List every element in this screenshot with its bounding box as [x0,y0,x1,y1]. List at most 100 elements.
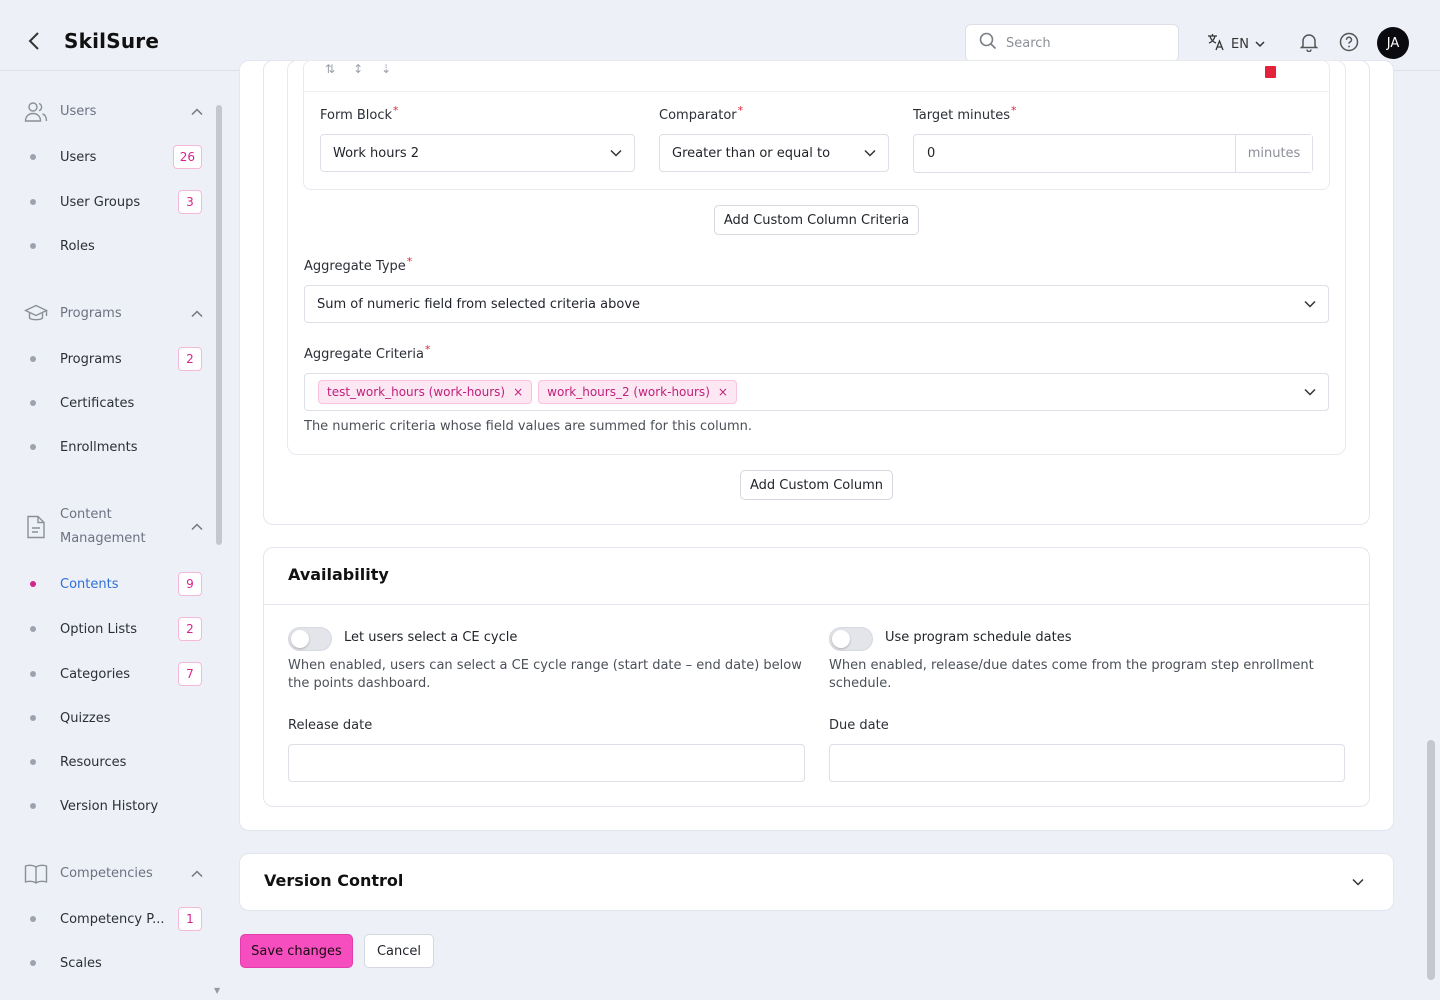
sidebar-item-quizzes[interactable]: Quizzes [30,705,202,731]
remove-tag-icon[interactable]: × [513,385,523,399]
sidebar-item-categories[interactable]: Categories 7 [30,661,202,687]
release-date-label: Release date [288,718,373,733]
form-block-label: Form Block* [320,104,399,123]
back-arrow-icon[interactable] [22,29,46,53]
bullet-dot [30,803,36,809]
sidebar-item-enrollments[interactable]: Enrollments [30,434,202,460]
criteria-tag-label: test_work_hours (work-hours) [327,385,506,399]
sidebar-item-option-lists[interactable]: Option Lists 2 [30,616,202,642]
move-down-icon[interactable]: ⇣ [381,62,391,76]
sidebar-item-label: Contents [60,576,119,592]
program-schedule-toggle[interactable] [829,627,873,651]
page-scrollbar[interactable] [1427,740,1435,980]
bullet-dot [30,356,36,362]
sidebar-item-user-groups[interactable]: User Groups 3 [30,189,202,215]
aggregate-criteria-multiselect[interactable]: test_work_hours (work-hours) × work_hours_… [304,373,1329,411]
toggle-knob [291,630,309,648]
sidebar-section-users[interactable]: Users [24,100,204,124]
form-block-select[interactable]: Work hours 2 [320,134,635,172]
bullet-dot [30,444,36,450]
aggregate-criteria-label: Aggregate Criteria* [304,343,430,362]
bullet-dot [30,581,36,587]
bullet-dot [30,400,36,406]
add-custom-column-button[interactable]: Add Custom Column [740,470,893,500]
drag-handle-icon[interactable]: ↕ [353,62,363,76]
remove-tag-icon[interactable]: × [718,385,728,399]
user-avatar[interactable]: JA [1377,27,1409,59]
criteria-tag-label: work_hours_2 (work-hours) [547,385,710,399]
sidebar-item-label: Quizzes [60,710,111,726]
aggregate-criteria-help: The numeric criteria whose field values … [304,419,752,434]
chevron-down-icon [610,146,622,161]
search-input[interactable] [1006,35,1166,51]
comparator-label: Comparator* [659,104,743,123]
ce-cycle-toggle[interactable] [288,627,332,651]
target-minutes-label: Target minutes* [913,104,1016,123]
sidebar-section-content-management[interactable]: Content Management [24,503,204,551]
chevron-up-icon[interactable] [190,867,204,881]
count-badge: 7 [178,662,202,686]
sidebar-item-programs[interactable]: Programs 2 [30,346,202,372]
sidebar-section-label: Users [60,104,97,119]
target-minutes-input[interactable] [914,135,1235,172]
count-badge: 2 [178,347,202,371]
translate-icon [1207,33,1225,55]
chevron-up-icon[interactable] [190,307,204,321]
chevron-down-icon[interactable] [1351,875,1365,889]
sidebar-item-contents[interactable]: Contents 9 [30,571,202,597]
chevron-up-icon[interactable] [190,105,204,119]
delete-icon[interactable] [1265,66,1276,78]
due-date-input[interactable] [829,744,1345,782]
version-control-accordion[interactable] [239,853,1394,911]
chevron-down-icon [1304,385,1316,400]
availability-title: Availability [288,565,389,584]
sidebar-item-version-history[interactable]: Version History [30,793,202,819]
chevron-up-icon[interactable] [190,520,204,534]
sidebar-section-competencies[interactable]: Competencies [24,862,204,886]
aggregate-type-value: Sum of numeric field from selected crite… [317,296,641,312]
sidebar-section-label-line2: Management [60,531,146,546]
program-schedule-description: When enabled, release/due dates come fro… [829,658,1314,691]
form-block-value: Work hours 2 [333,145,420,161]
sidebar-item-roles[interactable]: Roles [30,233,202,259]
book-open-icon [24,862,48,886]
bullet-dot [30,199,36,205]
bullet-dot [30,626,36,632]
search-box[interactable] [965,24,1179,62]
chevron-down-icon [1255,37,1265,52]
sidebar-scrollbar[interactable] [216,105,222,545]
sidebar-section-programs[interactable]: Programs [24,302,204,326]
sidebar-item-competency-profiles[interactable]: Competency P... 1 [30,906,202,932]
add-custom-column-criteria-button[interactable]: Add Custom Column Criteria [714,205,919,235]
save-changes-button[interactable]: Save changes [240,934,353,968]
ce-cycle-description: When enabled, users can select a CE cycl… [288,658,802,691]
move-up-icon[interactable]: ⇅ [325,62,335,76]
bell-icon[interactable] [1298,31,1320,53]
sidebar-item-users[interactable]: Users 26 [30,144,202,170]
language-selector[interactable]: EN [1207,33,1265,55]
toggle-knob [832,630,850,648]
sidebar-item-resources[interactable]: Resources [30,749,202,775]
required-asterisk: * [1010,104,1017,117]
required-asterisk: * [406,255,413,268]
cancel-button[interactable]: Cancel [364,934,434,968]
sidebar-item-scales[interactable]: Scales [30,950,202,976]
count-badge: 9 [178,572,202,596]
bullet-dot [30,960,36,966]
comparator-select[interactable]: Greater than or equal to [659,134,889,172]
form-block-label-text: Form Block [320,108,393,123]
sidebar-item-certificates[interactable]: Certificates [30,390,202,416]
minutes-suffix: minutes [1235,135,1312,172]
help-icon[interactable] [1338,31,1360,53]
required-asterisk: * [424,343,431,356]
count-badge: 1 [178,907,202,931]
count-badge: 26 [172,145,202,169]
language-label: EN [1231,36,1249,52]
aggregate-type-select[interactable]: Sum of numeric field from selected crite… [304,285,1329,323]
criteria-row-toolbar [303,60,1330,92]
sidebar-item-label: Competency P... [60,911,165,927]
sidebar: Users Users 26 User Groups 3 Roles Program… [0,71,228,1000]
release-date-input[interactable] [288,744,805,782]
scroll-down-arrow-icon[interactable]: ▼ [214,986,220,995]
due-date-label: Due date [829,718,889,733]
